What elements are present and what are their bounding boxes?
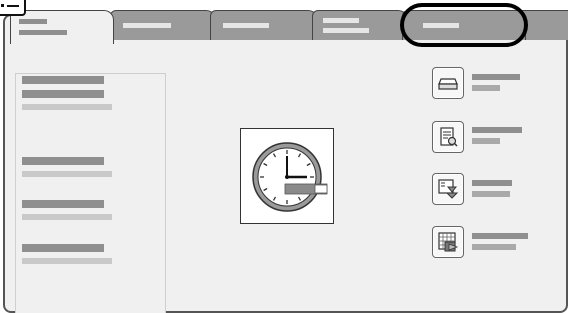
tab-strip-filler xyxy=(520,10,568,40)
info-item-title xyxy=(22,90,104,98)
tray-icon xyxy=(438,78,458,90)
download-tray-button[interactable] xyxy=(432,173,464,205)
document-search-button[interactable] xyxy=(432,121,464,153)
tab-5[interactable] xyxy=(402,10,526,40)
corner-dot xyxy=(1,4,4,7)
calendar-export-icon xyxy=(438,232,459,252)
tab-1[interactable] xyxy=(10,10,114,44)
tab-label xyxy=(423,23,459,28)
tab-label xyxy=(19,19,47,24)
info-item-title xyxy=(22,200,104,208)
action-label xyxy=(472,180,512,186)
tray-button[interactable] xyxy=(432,67,464,99)
tab-label xyxy=(323,18,359,23)
tab-label xyxy=(123,23,171,28)
action-sublabel xyxy=(472,244,516,250)
tab-label xyxy=(223,23,269,28)
info-item-title xyxy=(22,244,104,252)
action-sublabel xyxy=(472,138,500,144)
document-search-icon xyxy=(440,127,458,147)
tab-sublabel xyxy=(323,28,369,33)
action-label xyxy=(472,233,528,239)
action-label xyxy=(472,127,522,133)
info-item-title xyxy=(22,157,104,165)
info-item-value xyxy=(22,171,112,177)
info-panel xyxy=(15,73,166,313)
action-sublabel xyxy=(472,191,510,197)
tab-sublabel xyxy=(19,30,67,35)
clock-icon xyxy=(252,142,328,212)
action-sublabel xyxy=(472,85,500,91)
clock-display xyxy=(240,128,334,224)
action-label xyxy=(472,74,520,80)
info-item-value xyxy=(22,258,112,264)
corner-dash xyxy=(7,5,19,7)
info-header xyxy=(22,76,104,84)
info-item-value xyxy=(22,104,112,110)
corner-label-box xyxy=(0,0,26,16)
tab-3[interactable] xyxy=(210,10,318,40)
tab-4[interactable] xyxy=(312,10,408,40)
download-tray-icon xyxy=(438,179,459,199)
calendar-export-button[interactable] xyxy=(432,226,464,258)
info-item-value xyxy=(22,214,112,220)
tab-2[interactable] xyxy=(110,10,216,40)
